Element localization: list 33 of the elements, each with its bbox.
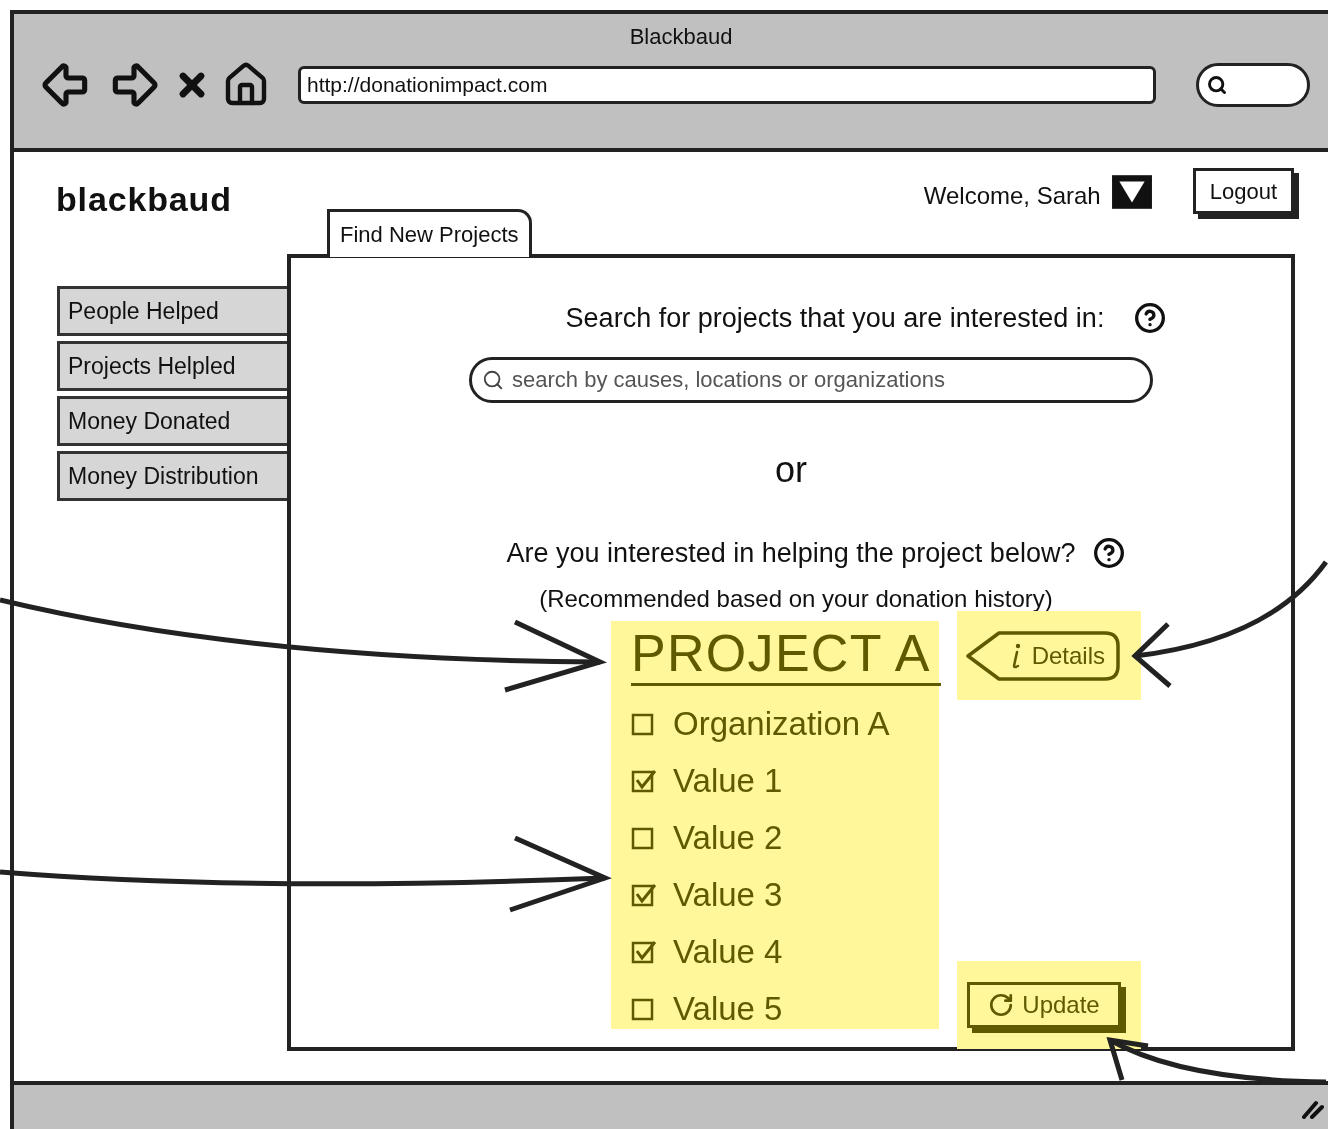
project-title-link[interactable]: PROJECT A (631, 623, 941, 686)
refresh-icon (988, 992, 1015, 1018)
search-field[interactable] (1196, 63, 1310, 107)
recommend-question: Are you interested in helping the project below? (506, 536, 1076, 570)
help-icon[interactable] (1093, 536, 1126, 569)
checkbox-item[interactable]: Value 1 (631, 757, 939, 804)
checked-box-icon[interactable] (631, 881, 657, 908)
project-search-field[interactable]: search by causes, locations or organizations (469, 356, 1153, 403)
checkbox-item[interactable]: Value 4 (631, 928, 939, 975)
checkbox-item[interactable]: Organization A (631, 700, 939, 747)
search-prompt: Search for projects that you are interested in: (565, 302, 1105, 335)
recommend-note: (Recommended based on your donation history) (539, 584, 1053, 614)
checkbox-item[interactable]: Value 2 (631, 814, 939, 861)
checkbox-item[interactable]: Value 3 (631, 871, 939, 918)
checked-box-icon[interactable] (631, 938, 657, 965)
sidebar-item[interactable]: Money Donated (57, 396, 287, 446)
or-text: or (775, 447, 807, 492)
sidebar-item[interactable]: People Helped (57, 286, 287, 336)
details-button[interactable]: Details (965, 629, 1121, 682)
logo: blackbaud (56, 179, 232, 220)
sidebar-item[interactable]: Money Distribution (57, 451, 287, 501)
tab[interactable]: Find New Projects (327, 209, 532, 257)
dropdown-icon[interactable] (1110, 174, 1153, 210)
search-input[interactable]: search by causes, locations or organizations (512, 363, 1150, 396)
window-title: Blackbaud (629, 23, 733, 51)
checked-box-icon[interactable] (631, 767, 657, 794)
welcome-text: Welcome, Sarah (923, 181, 1101, 211)
sidebar-item[interactable]: Projects Helpled (57, 341, 287, 391)
url-field[interactable]: http://donationimpact.com (298, 66, 1156, 104)
search-icon (482, 368, 504, 391)
help-icon[interactable] (1134, 302, 1167, 335)
search-icon (1207, 75, 1227, 95)
checkbox-item[interactable]: Value 5 (631, 985, 939, 1032)
